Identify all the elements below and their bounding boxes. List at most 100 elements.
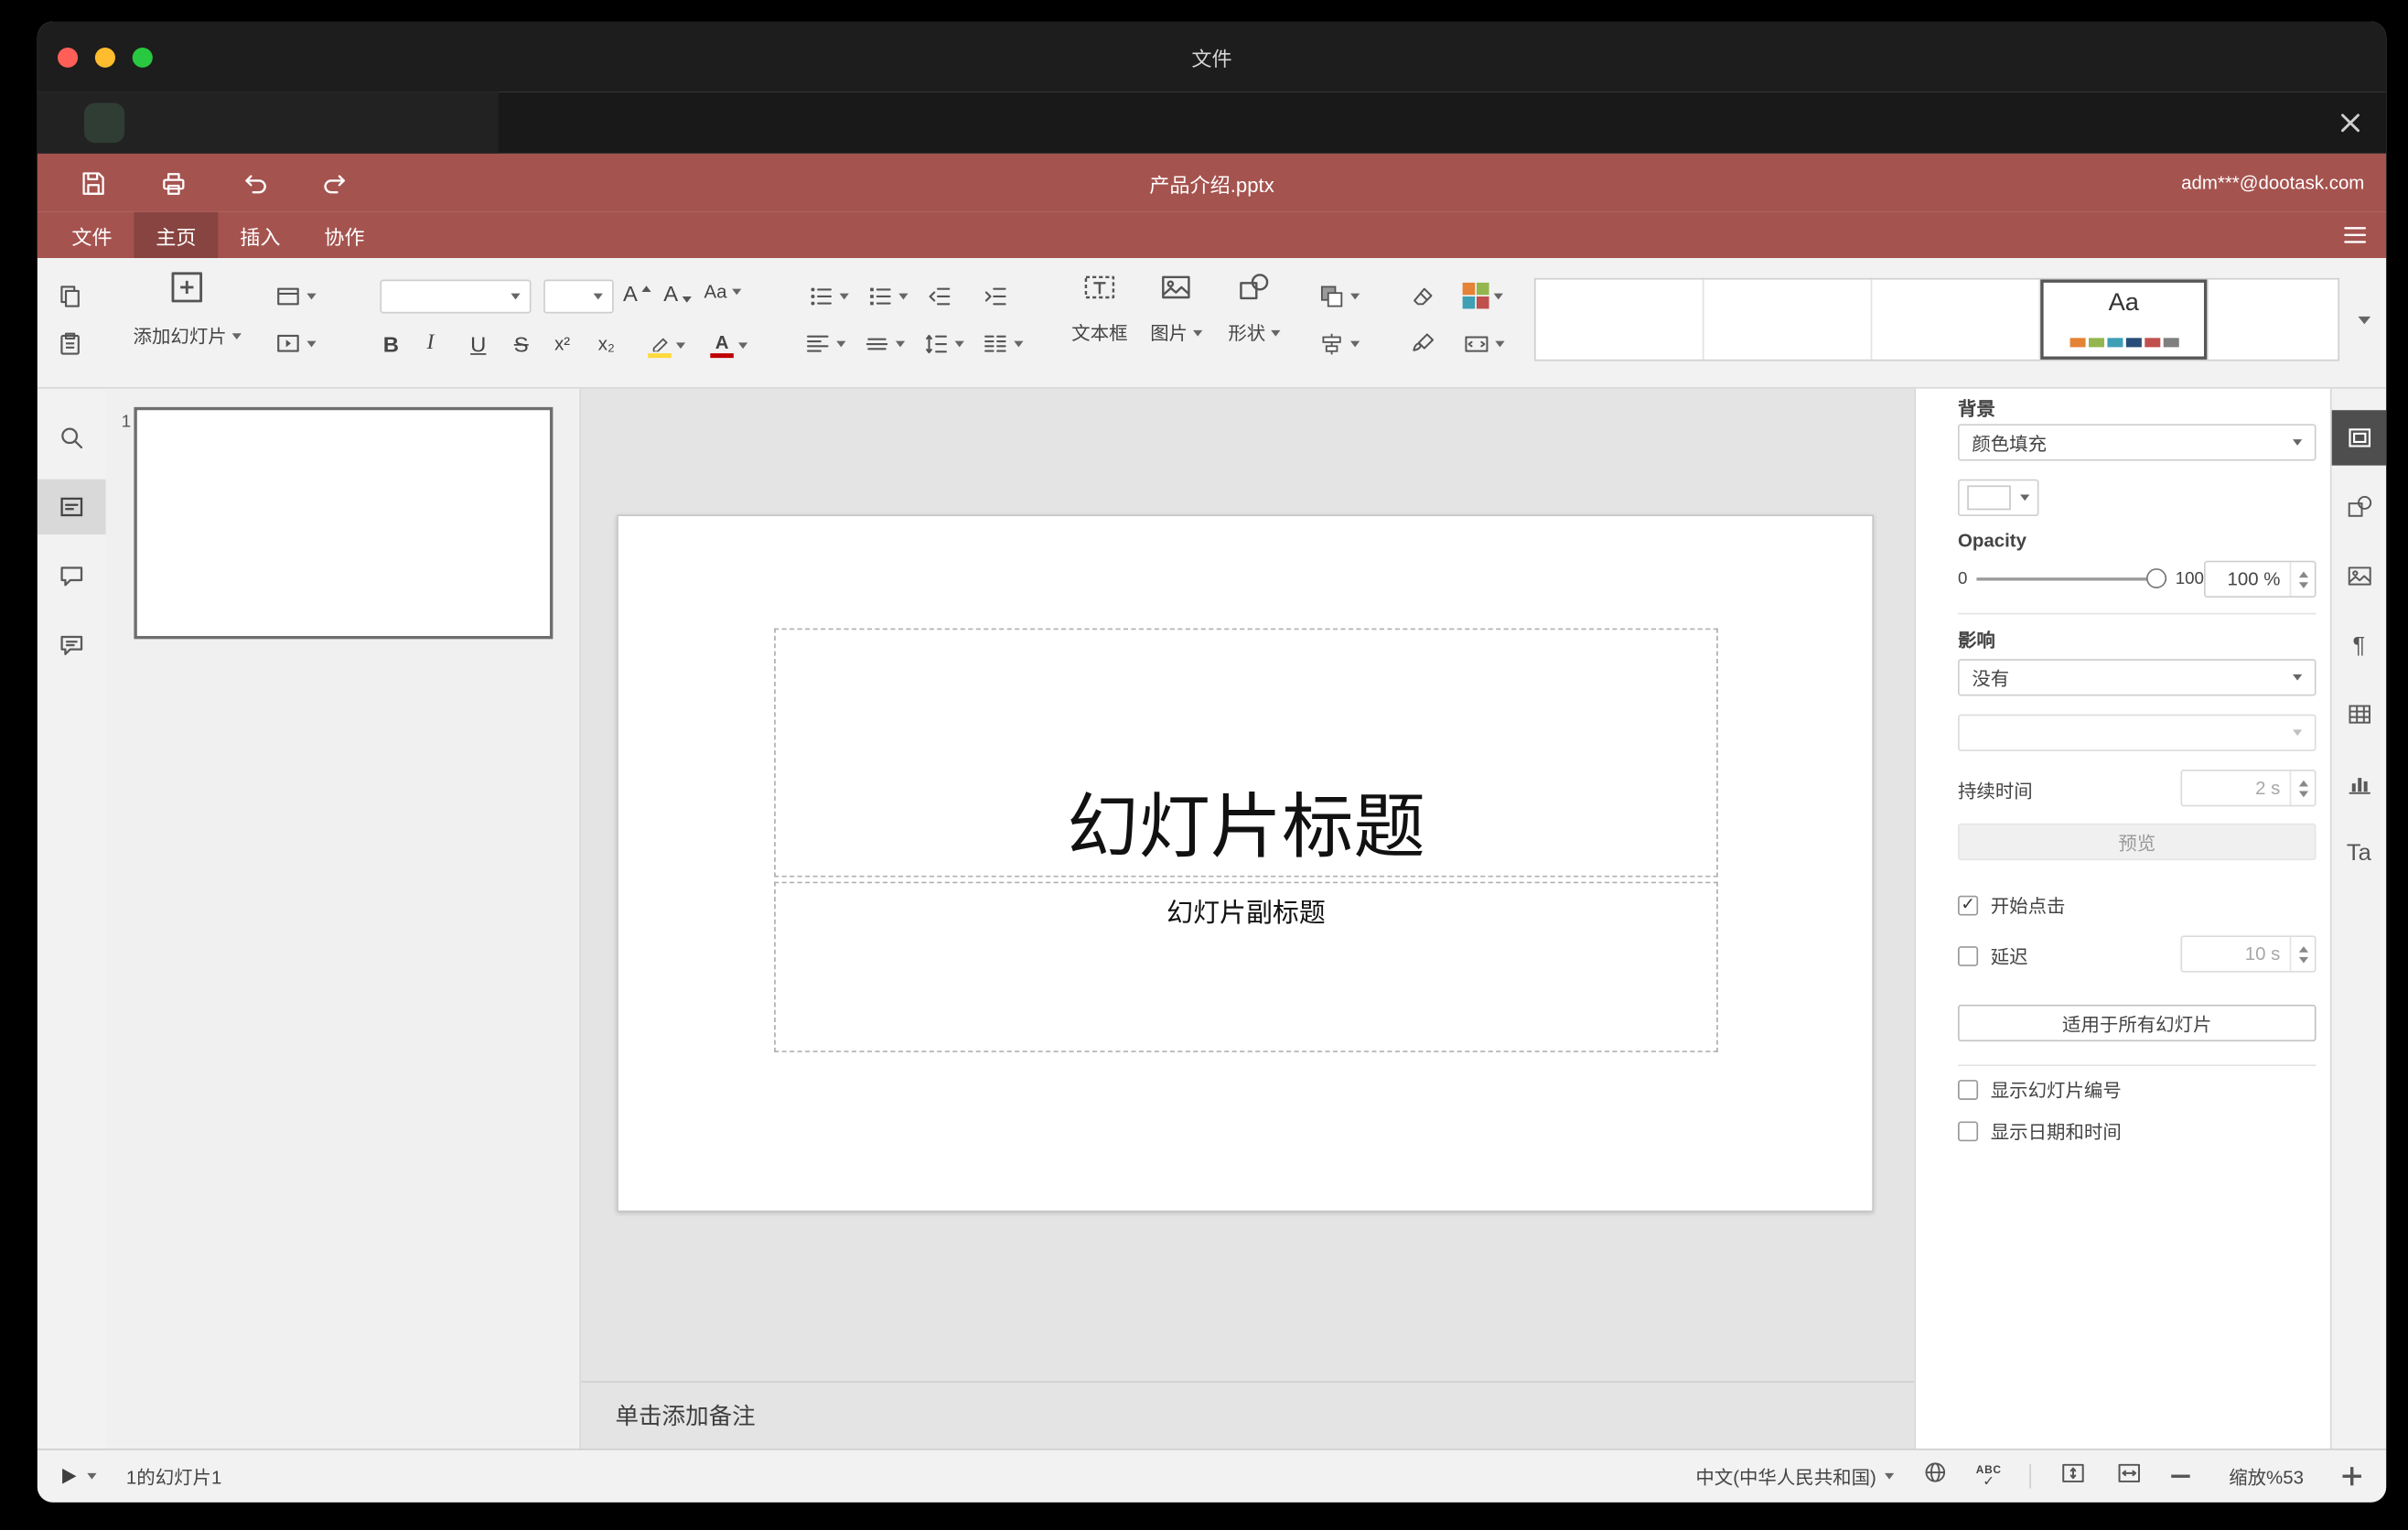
start-on-click-checkbox[interactable]: ✓ (1957, 895, 1979, 916)
subtitle-placeholder[interactable]: 幻灯片副标题 (774, 881, 1718, 1052)
opacity-slider[interactable] (1976, 561, 2166, 598)
font-name-combobox[interactable] (380, 279, 532, 314)
bullets-button[interactable] (807, 283, 849, 310)
tab-home[interactable]: 主页 (134, 211, 219, 259)
opacity-spinbox[interactable]: 100 % (2203, 560, 2317, 598)
line-spacing-button[interactable] (922, 330, 964, 358)
tab-insert[interactable]: 插入 (218, 212, 302, 258)
theme-item[interactable] (1704, 279, 1873, 360)
slide-size-button[interactable] (1463, 330, 1505, 358)
slide-settings-icon[interactable] (2331, 410, 2387, 466)
comments-icon[interactable] (38, 548, 106, 603)
themes-gallery-expand[interactable] (2346, 278, 2383, 361)
start-slideshow-button[interactable] (274, 330, 317, 358)
chat-icon[interactable] (38, 618, 106, 673)
slide-thumbnail[interactable] (134, 406, 554, 640)
paste-icon[interactable] (56, 330, 84, 358)
bold-button[interactable]: B (383, 328, 399, 361)
image-label: 图片 (1150, 322, 1188, 345)
text-box-button[interactable]: 文本框 (1065, 270, 1134, 345)
traffic-light-close[interactable] (57, 47, 79, 68)
document-language-icon[interactable] (1921, 1460, 1948, 1493)
arrange-shape-button[interactable] (1317, 283, 1360, 310)
text-box-icon (1081, 270, 1119, 311)
chart-settings-icon[interactable] (2332, 756, 2387, 811)
delay-checkbox[interactable] (1957, 946, 1979, 966)
strikethrough-button[interactable]: S (514, 328, 529, 361)
notes-area[interactable]: 单击添加备注 (581, 1381, 1915, 1449)
tab-file[interactable]: 文件 (49, 212, 134, 258)
textart-settings-icon[interactable]: Ta (2332, 824, 2387, 879)
background-fill-select[interactable]: 颜色填充 (1957, 424, 2317, 461)
subscript-button[interactable]: x₂ (598, 328, 615, 361)
show-date-checkbox[interactable] (1957, 1121, 1979, 1142)
add-slide-button[interactable]: 添加幻灯片 (128, 269, 246, 349)
shape-button[interactable]: 形状 (1222, 270, 1285, 345)
fill-color-picker[interactable] (1957, 479, 2039, 517)
image-button[interactable]: 图片 (1145, 270, 1207, 345)
columns-button[interactable] (982, 330, 1024, 358)
slider-handle[interactable] (2145, 568, 2166, 588)
theme-item[interactable] (1872, 279, 2041, 360)
redo-icon[interactable] (319, 167, 350, 199)
fit-to-width-icon[interactable] (2115, 1459, 2144, 1494)
show-slide-number-checkbox[interactable] (1957, 1080, 1979, 1100)
save-icon[interactable] (76, 167, 107, 199)
vertical-align-button[interactable] (863, 330, 906, 358)
chevron-down-icon[interactable] (87, 1472, 97, 1480)
copy-icon[interactable] (56, 283, 84, 310)
zoom-in-icon[interactable] (2342, 1467, 2361, 1486)
change-layout-button[interactable] (274, 283, 317, 310)
decrease-indent-button[interactable] (925, 283, 953, 310)
paragraph-settings-icon[interactable]: ¶ (2332, 618, 2387, 673)
font-size-combobox[interactable] (543, 279, 614, 314)
color-scheme-button[interactable] (1462, 282, 1503, 309)
print-icon[interactable] (157, 167, 188, 199)
chevron-down-icon (511, 293, 521, 300)
numbering-button[interactable] (866, 283, 908, 310)
horizontal-align-button[interactable] (803, 330, 846, 358)
underline-button[interactable]: U (470, 328, 486, 361)
spin-arrows[interactable] (2289, 562, 2315, 597)
align-shape-button[interactable] (1317, 330, 1360, 358)
tab-collaboration[interactable]: 协作 (302, 212, 386, 258)
theme-item-selected[interactable]: Aa (2040, 279, 2209, 360)
font-color-icon: A (710, 333, 734, 359)
slides-panel-icon[interactable] (37, 479, 106, 535)
apply-to-all-button[interactable]: 适用于所有幻灯片 (1957, 1004, 2317, 1042)
menu-icon[interactable] (2324, 212, 2386, 258)
traffic-light-zoom[interactable] (132, 47, 153, 68)
spellcheck-icon[interactable]: ABC ✓ (1976, 1465, 2002, 1488)
image-settings-icon[interactable] (2332, 548, 2387, 603)
effect-select[interactable]: 没有 (1957, 659, 2317, 696)
highlight-color-button[interactable] (648, 328, 686, 364)
increase-indent-button[interactable] (982, 283, 1010, 310)
language-selector[interactable]: 中文(中华人民共和国) (1695, 1463, 1894, 1490)
image-icon (1157, 270, 1195, 311)
increase-font-button[interactable]: A (623, 281, 652, 306)
start-slideshow-icon[interactable] (62, 1468, 77, 1484)
undo-icon[interactable] (238, 167, 269, 199)
shape-settings-icon[interactable] (2332, 479, 2387, 534)
decrease-font-button[interactable]: A (663, 281, 693, 306)
font-color-button[interactable]: A (710, 328, 748, 364)
change-case-button[interactable]: Aa (704, 281, 741, 303)
search-icon[interactable] (38, 410, 106, 465)
traffic-light-minimize[interactable] (94, 47, 115, 68)
slide[interactable]: 幻灯片标题 幻灯片副标题 (617, 514, 1875, 1212)
copy-style-icon[interactable] (1410, 330, 1438, 358)
close-icon[interactable] (2333, 106, 2367, 140)
clear-style-icon[interactable] (1410, 283, 1438, 310)
fit-to-slide-icon[interactable] (2059, 1459, 2088, 1494)
editing-canvas[interactable]: 幻灯片标题 幻灯片副标题 (581, 389, 1914, 1381)
table-settings-icon[interactable] (2332, 686, 2387, 741)
app-window: 文件 产品介绍.pptx adm***@dootask.com 文件 主页 插入… (37, 21, 2387, 1503)
preview-button[interactable]: 预览 (1957, 823, 2317, 861)
title-placeholder[interactable]: 幻灯片标题 (774, 628, 1718, 878)
superscript-button[interactable]: x² (554, 328, 570, 361)
zoom-out-icon[interactable] (2171, 1474, 2190, 1478)
chevron-down-icon (306, 340, 317, 348)
theme-item[interactable] (1536, 279, 1704, 360)
theme-preview-text: Aa (2108, 290, 2139, 317)
italic-button[interactable]: I (426, 328, 434, 361)
